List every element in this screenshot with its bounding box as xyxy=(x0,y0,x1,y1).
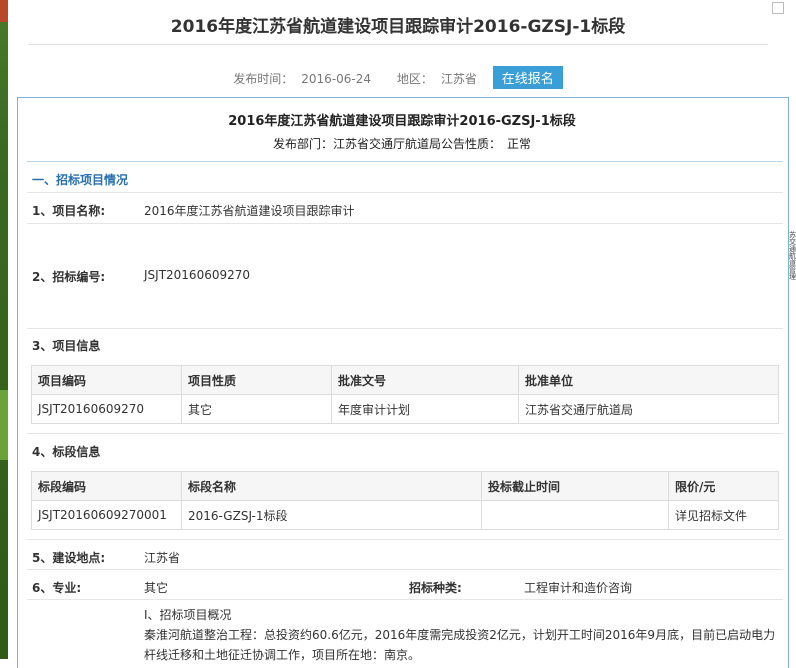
table-header-cell: 限价/元 xyxy=(668,471,779,501)
project-name: 2016年度江苏省航道建设项目跟踪审计 xyxy=(144,204,355,218)
project-info-label: 3、项目信息 xyxy=(32,339,101,353)
overview-line: 秦淮河航道整治工程：总投资约60.6亿元，2016年度需完成投资2亿元，计划开工… xyxy=(144,628,776,642)
table-row: JSJT20160609270 其它 年度审计计划 江苏省交通厅航道局 xyxy=(31,394,779,424)
overview-line: 杆线迁移和土地征迁协调工作，项目所在地：南京。 xyxy=(144,648,421,662)
table-header-cell: 批准文号 xyxy=(331,365,519,395)
tender-type-label: 招标种类: xyxy=(409,581,462,595)
location-label: 5、建设地点: xyxy=(32,551,106,565)
doc-subtitle: 发布部门：江苏省交通厅航道局公告性质： 正常 xyxy=(17,135,787,152)
tender-type: 工程审计和造价咨询 xyxy=(524,581,633,595)
table-cell: 2016-GZSJ-1标段 xyxy=(181,500,482,530)
table-header-cell: 批准单位 xyxy=(518,365,779,395)
divider xyxy=(27,569,783,570)
divider xyxy=(27,433,783,434)
location: 江苏省 xyxy=(144,551,181,565)
apply-online-button[interactable]: 在线报名 xyxy=(492,66,563,89)
publish-meta: 发布时间： 2016-06-24 地区： 江苏省 在线报名 xyxy=(0,66,796,89)
divider xyxy=(27,328,783,329)
divider xyxy=(27,599,783,600)
divider xyxy=(27,192,783,193)
page-title: 2016年度江苏省航道建设项目跟踪审计2016-GZSJ-1标段 xyxy=(170,17,626,37)
table-header-row: 标段编码 标段名称 投标截止时间 限价/元 xyxy=(31,471,779,501)
project-name-label: 1、项目名称: xyxy=(32,204,106,218)
table-header-cell: 标段名称 xyxy=(181,471,482,501)
table-cell: 年度审计计划 xyxy=(331,394,519,424)
sidebar-fragment: 苏交通航道管理 xyxy=(789,231,796,281)
table-header-cell: 项目性质 xyxy=(181,365,332,395)
nature-value: 正常 xyxy=(507,137,532,151)
table-cell: JSJT20160609270 xyxy=(31,394,182,424)
overview-heading: Ⅰ、招标项目概况 xyxy=(144,608,232,622)
table-header-row: 项目编码 项目性质 批准文号 批准单位 xyxy=(31,365,779,395)
tender-no: JSJT20160609270 xyxy=(144,268,251,282)
table-cell: 其它 xyxy=(181,394,332,424)
table-cell: JSJT20160609270001 xyxy=(31,500,182,530)
table-cell xyxy=(481,500,669,530)
table-cell: 江苏省交通厅航道局 xyxy=(518,394,779,424)
section-heading: 一、招标项目情况 xyxy=(32,173,129,187)
major-label: 6、专业: xyxy=(32,581,82,595)
window-left-edge xyxy=(0,0,8,659)
major: 其它 xyxy=(144,581,169,595)
table-row: JSJT20160609270001 2016-GZSJ-1标段 详见招标文件 xyxy=(31,500,779,530)
publish-time-label: 发布时间： xyxy=(233,72,294,86)
table-header-cell: 标段编码 xyxy=(31,471,182,501)
region: 江苏省 xyxy=(440,72,477,86)
region-label: 地区： xyxy=(396,72,433,86)
tender-no-label: 2、招标编号: xyxy=(32,270,106,284)
divider xyxy=(27,539,783,540)
divider xyxy=(27,161,783,162)
lot-info-label: 4、标段信息 xyxy=(32,445,101,459)
publish-time: 2016-06-24 xyxy=(301,72,372,86)
divider xyxy=(27,223,783,224)
table-header-cell: 项目编码 xyxy=(31,365,182,395)
project-info-table: 项目编码 项目性质 批准文号 批准单位 JSJT20160609270 其它 年… xyxy=(31,365,779,424)
doc-title: 2016年度江苏省航道建设项目跟踪审计2016-GZSJ-1标段 xyxy=(228,114,576,129)
table-cell: 详见招标文件 xyxy=(668,500,779,530)
title-divider xyxy=(28,44,768,45)
dept-label: 发布部门： xyxy=(272,137,333,151)
table-header-cell: 投标截止时间 xyxy=(481,471,669,501)
edge-accent xyxy=(0,390,8,460)
lot-info-table: 标段编码 标段名称 投标截止时间 限价/元 JSJT20160609270001… xyxy=(31,471,779,530)
dept-value: 江苏省交通厅航道局公告性质： xyxy=(332,137,501,151)
